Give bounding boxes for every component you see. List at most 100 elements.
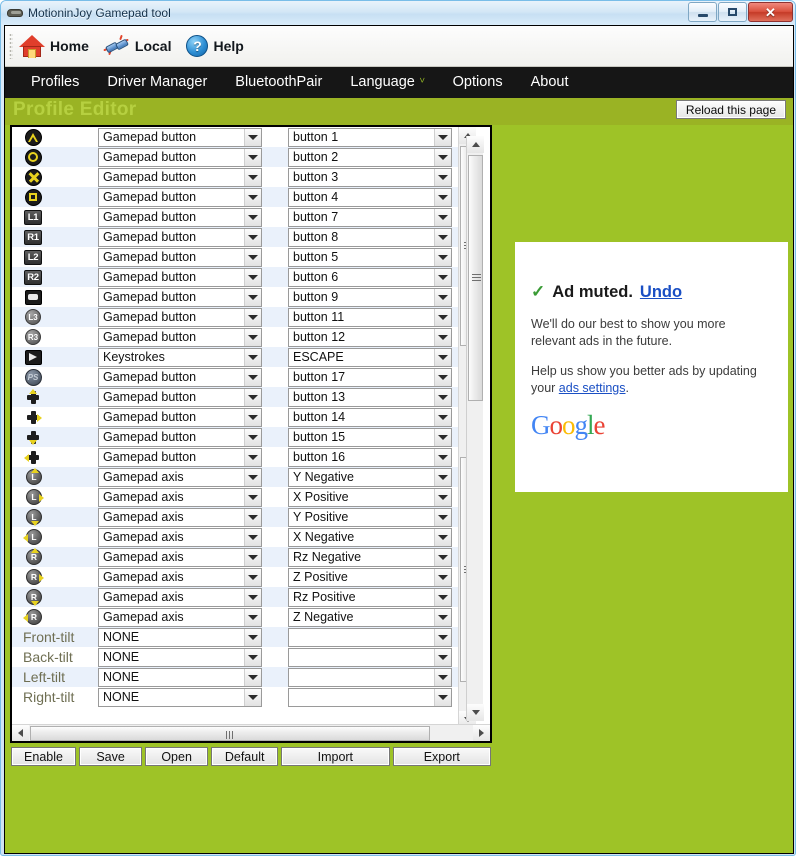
chevron-down-icon[interactable] [244,408,261,426]
page-scroll-down-button[interactable] [467,704,484,721]
nav-item-profiles[interactable]: Profiles [17,67,93,98]
mapping-type-select[interactable]: NONE [98,687,262,707]
chevron-down-icon[interactable] [434,448,451,466]
mapping-type-select[interactable]: Gamepad axis [98,487,262,507]
export-button[interactable]: Export [392,747,492,766]
chevron-down-icon[interactable] [434,208,451,226]
chevron-down-icon[interactable] [244,288,261,306]
chevron-down-icon[interactable] [434,488,451,506]
scroll-left-button[interactable] [12,725,29,741]
chevron-down-icon[interactable] [434,388,451,406]
chevron-down-icon[interactable] [244,268,261,286]
chevron-down-icon[interactable] [434,508,451,526]
reload-page-button[interactable]: Reload this page [675,100,786,119]
chevron-down-icon[interactable] [244,548,261,566]
mapping-target-select[interactable]: button 12 [288,327,452,347]
chevron-down-icon[interactable] [434,688,451,706]
chevron-down-icon[interactable] [434,608,451,626]
mapping-target-select[interactable]: Z Positive [288,567,452,587]
mapping-type-select[interactable]: Gamepad axis [98,527,262,547]
mapping-type-select[interactable]: Gamepad button [98,287,262,307]
nav-item-about[interactable]: About [517,67,583,98]
chevron-down-icon[interactable] [434,528,451,546]
mapping-type-select[interactable]: Gamepad button [98,147,262,167]
chevron-down-icon[interactable] [244,468,261,486]
mapping-type-select[interactable]: Keystrokes [98,347,262,367]
chevron-down-icon[interactable] [244,488,261,506]
mapping-type-select[interactable]: Gamepad button [98,187,262,207]
mapping-type-select[interactable]: Gamepad axis [98,547,262,567]
mapping-target-select[interactable]: button 3 [288,167,452,187]
chevron-down-icon[interactable] [434,668,451,686]
mapping-type-select[interactable]: Gamepad axis [98,567,262,587]
chevron-down-icon[interactable] [244,168,261,186]
mapping-target-select[interactable] [288,687,452,707]
toolbar-item-home[interactable]: Home [19,34,89,58]
mapping-target-select[interactable]: button 1 [288,127,452,147]
chevron-down-icon[interactable] [244,648,261,666]
chevron-down-icon[interactable] [244,608,261,626]
mapping-type-select[interactable]: Gamepad button [98,247,262,267]
page-scroll-up-button[interactable] [467,136,484,153]
mapping-type-select[interactable]: Gamepad button [98,387,262,407]
maximize-button[interactable] [718,2,747,22]
chevron-down-icon[interactable] [434,128,451,146]
mapping-target-select[interactable] [288,667,452,687]
chevron-down-icon[interactable] [434,408,451,426]
nav-item-options[interactable]: Options [439,67,517,98]
ad-undo-link[interactable]: Undo [640,283,682,302]
page-scrollbar-vertical[interactable] [466,136,484,721]
chevron-down-icon[interactable] [434,588,451,606]
minimize-button[interactable] [688,2,717,22]
chevron-down-icon[interactable] [434,268,451,286]
chevron-down-icon[interactable] [434,568,451,586]
chevron-down-icon[interactable] [244,308,261,326]
chevron-down-icon[interactable] [244,208,261,226]
chevron-down-icon[interactable] [244,668,261,686]
chevron-down-icon[interactable] [244,148,261,166]
mapping-type-select[interactable]: Gamepad button [98,307,262,327]
chevron-down-icon[interactable] [434,348,451,366]
chevron-down-icon[interactable] [434,468,451,486]
chevron-down-icon[interactable] [434,288,451,306]
toolbar-item-help[interactable]: ? Help [186,35,244,57]
nav-item-bluetoothpair[interactable]: BluetoothPair [221,67,336,98]
nav-item-driver-manager[interactable]: Driver Manager [93,67,221,98]
chevron-down-icon[interactable] [244,588,261,606]
nav-item-language[interactable]: Language ⱽ [336,67,438,98]
mapping-target-select[interactable]: button 4 [288,187,452,207]
chevron-down-icon[interactable] [244,688,261,706]
chevron-down-icon[interactable] [244,628,261,646]
mapping-target-select[interactable]: button 8 [288,227,452,247]
mapping-target-select[interactable]: button 11 [288,307,452,327]
mapping-target-select[interactable]: button 2 [288,147,452,167]
mapping-target-select[interactable]: ESCAPE [288,347,452,367]
chevron-down-icon[interactable] [434,248,451,266]
chevron-down-icon[interactable] [244,248,261,266]
chevron-down-icon[interactable] [434,148,451,166]
mapping-target-select[interactable] [288,647,452,667]
mapping-target-select[interactable] [288,627,452,647]
chevron-down-icon[interactable] [244,128,261,146]
mapping-target-select[interactable]: button 15 [288,427,452,447]
chevron-down-icon[interactable] [434,648,451,666]
scroll-right-button[interactable] [473,725,490,741]
open-button[interactable]: Open [145,747,209,766]
import-button[interactable]: Import [281,747,390,766]
page-scrollbar-thumb[interactable] [468,155,483,401]
chevron-down-icon[interactable] [244,388,261,406]
mapping-target-select[interactable]: X Positive [288,487,452,507]
mapping-target-select[interactable]: button 17 [288,367,452,387]
enable-button[interactable]: Enable [11,747,77,766]
toolbar-grip[interactable] [9,33,13,59]
mapping-target-select[interactable]: button 14 [288,407,452,427]
mapping-type-select[interactable]: Gamepad button [98,227,262,247]
mapping-type-select[interactable]: Gamepad button [98,167,262,187]
chevron-down-icon[interactable] [244,528,261,546]
mapping-type-select[interactable]: Gamepad button [98,447,262,467]
mapping-target-select[interactable]: Rz Positive [288,587,452,607]
chevron-down-icon[interactable] [244,428,261,446]
mapping-type-select[interactable]: Gamepad axis [98,467,262,487]
mapping-target-select[interactable]: Y Negative [288,467,452,487]
mapping-target-select[interactable]: Y Positive [288,507,452,527]
